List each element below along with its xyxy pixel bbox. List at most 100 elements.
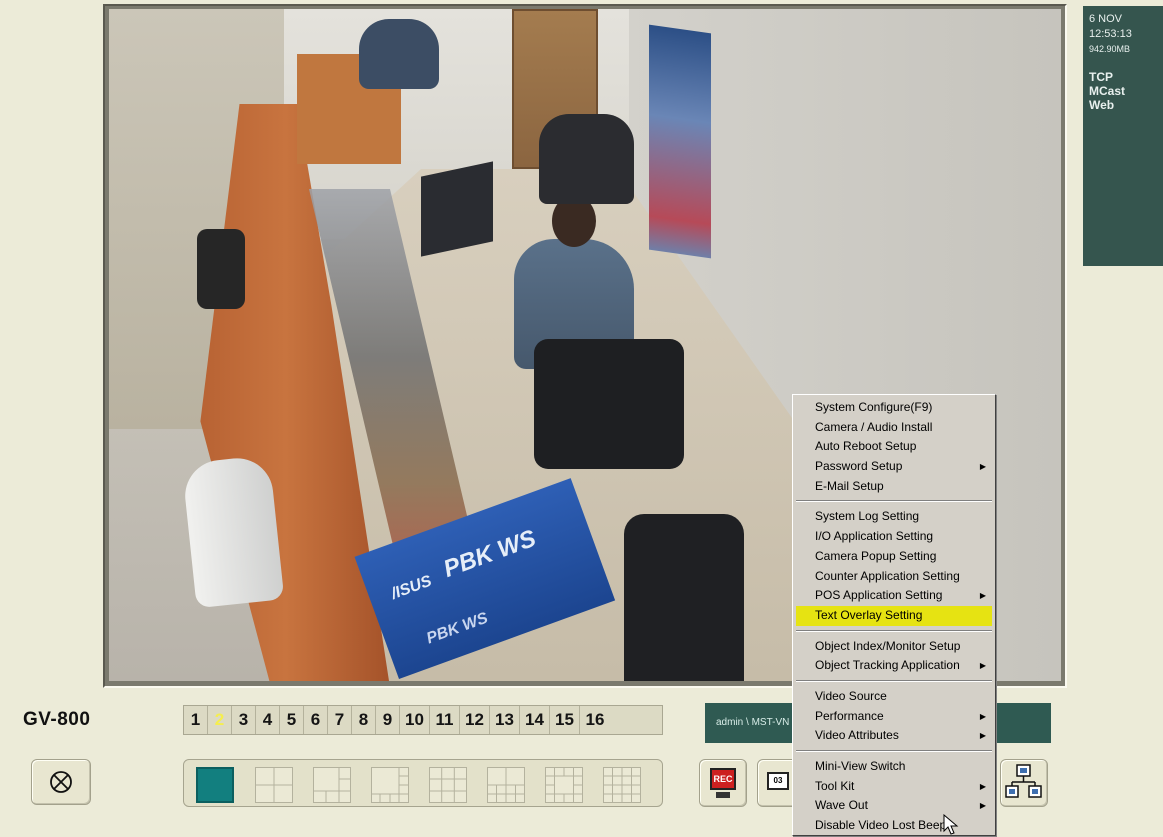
menu-item-wave-out[interactable]: Wave Out ▶ xyxy=(796,796,992,816)
menu-item-disable-video-lost-beep[interactable]: Disable Video Lost Beep xyxy=(796,816,992,836)
layout-6-button[interactable] xyxy=(313,767,351,803)
status-protocol-tcp: TCP xyxy=(1089,70,1113,84)
camera-button-7[interactable]: 7 xyxy=(328,706,352,734)
layout-13-button[interactable] xyxy=(545,767,583,803)
video-office-chair xyxy=(534,339,684,469)
menu-item-system-configure[interactable]: System Configure(F9) xyxy=(796,398,992,418)
menu-item-label: Password Setup xyxy=(815,459,903,474)
menu-item-label: Disable Video Lost Beep xyxy=(815,818,947,833)
record-label: REC xyxy=(713,774,733,784)
menu-item-system-log-setting[interactable]: System Log Setting xyxy=(796,507,992,527)
menu-item-password-setup[interactable]: Password Setup ▶ xyxy=(796,457,992,477)
menu-item-label: Mini-View Switch xyxy=(815,759,906,773)
camera-button-8[interactable]: 8 xyxy=(352,706,376,734)
status-disk-space: 942.90MB xyxy=(1089,44,1131,54)
menu-item-label: Video Attributes xyxy=(815,728,899,743)
menu-item-label: E-Mail Setup xyxy=(815,478,884,493)
menu-separator xyxy=(796,750,992,752)
menu-item-camera-audio-install[interactable]: Camera / Audio Install xyxy=(796,418,992,438)
video-chair-right xyxy=(624,514,744,681)
menu-item-video-source[interactable]: Video Source xyxy=(796,687,992,707)
layout-16-button[interactable] xyxy=(603,767,641,803)
camera-button-11[interactable]: 11 xyxy=(430,706,460,734)
camera-button-15[interactable]: 15 xyxy=(550,706,580,734)
menu-item-label: System Log Setting xyxy=(815,509,920,524)
camera-button-5[interactable]: 5 xyxy=(280,706,304,734)
camera-button-9[interactable]: 9 xyxy=(376,706,400,734)
record-button[interactable]: REC xyxy=(699,759,747,807)
menu-item-label: Video Source xyxy=(815,688,887,703)
menu-item-camera-popup-setting[interactable]: Camera Popup Setting xyxy=(796,547,992,567)
record-icon-base xyxy=(716,792,730,798)
exit-button[interactable] xyxy=(31,759,91,805)
video-box-brand: /ISUS xyxy=(388,572,434,603)
camera-button-6[interactable]: 6 xyxy=(304,706,328,734)
menu-item-tool-kit[interactable]: Tool Kit ▶ xyxy=(796,777,992,797)
menu-separator xyxy=(796,629,992,632)
brand-label: GV-800 xyxy=(23,709,91,730)
layout-8-button[interactable] xyxy=(371,767,409,803)
menu-item-pos-application-setting[interactable]: POS Application Setting ▶ xyxy=(796,586,992,606)
menu-item-text-overlay-setting[interactable]: Text Overlay Setting xyxy=(796,605,992,626)
layout-1-button[interactable] xyxy=(196,767,234,803)
mouse-cursor-icon xyxy=(943,814,959,835)
menu-item-label: System Configure(F9) xyxy=(815,400,933,414)
camera-button-2[interactable]: 2 xyxy=(208,706,232,734)
menu-item-label: Auto Reboot Setup xyxy=(815,439,917,454)
record-icon: REC xyxy=(710,768,736,790)
submenu-arrow-icon: ▶ xyxy=(979,462,986,472)
menu-item-object-index-monitor-setup[interactable]: Object Index/Monitor Setup xyxy=(796,637,992,657)
menu-item-label: POS Application Setting xyxy=(815,588,943,603)
calendar-icon: 03 xyxy=(767,772,789,790)
camera-button-3[interactable]: 3 xyxy=(232,706,256,734)
camera-button-14[interactable]: 14 xyxy=(520,706,550,734)
video-back-chair xyxy=(539,114,634,204)
video-wall-heater xyxy=(181,454,285,609)
video-wall-poster xyxy=(649,24,711,259)
context-menu: System Configure(F9) Camera / Audio Inst… xyxy=(792,394,996,836)
menu-item-object-tracking-application[interactable]: Object Tracking Application ▶ xyxy=(796,656,992,676)
network-icon xyxy=(1005,764,1042,798)
layout-9-button[interactable] xyxy=(429,767,467,803)
camera-button-4[interactable]: 4 xyxy=(256,706,280,734)
menu-item-mini-view-switch[interactable]: Mini-View Switch xyxy=(796,757,992,777)
message-text: admin \ MST-VN xyxy=(716,717,790,728)
menu-item-label: Text Overlay Setting xyxy=(815,607,923,622)
camera-button-10[interactable]: 10 xyxy=(400,706,430,734)
menu-item-performance[interactable]: Performance ▶ xyxy=(796,707,992,727)
menu-item-label: Object Index/Monitor Setup xyxy=(815,638,961,653)
menu-item-label: Wave Out xyxy=(815,798,868,813)
camera-button-16[interactable]: 16 xyxy=(580,706,610,734)
camera-button-13[interactable]: 13 xyxy=(490,706,520,734)
video-person-background xyxy=(359,19,439,89)
menu-item-email-setup[interactable]: E-Mail Setup xyxy=(796,477,992,497)
menu-item-label: Camera Popup Setting xyxy=(815,548,937,563)
exit-icon xyxy=(50,771,72,793)
layout-4-button[interactable] xyxy=(255,767,293,803)
menu-item-label: Tool Kit xyxy=(815,778,855,793)
menu-separator xyxy=(796,679,992,682)
network-button[interactable] xyxy=(1000,759,1048,807)
menu-item-io-application-setting[interactable]: I/O Application Setting xyxy=(796,527,992,547)
camera-button-12[interactable]: 12 xyxy=(460,706,490,734)
camera-button-1[interactable]: 1 xyxy=(184,706,208,734)
menu-item-label: I/O Application Setting xyxy=(815,529,934,544)
video-box-text-bottom: PBK WS xyxy=(424,609,491,648)
menu-item-video-attributes[interactable]: Video Attributes ▶ xyxy=(796,726,992,746)
camera-number-row: 1 2 3 4 5 6 7 8 9 10 11 12 13 14 15 16 xyxy=(183,705,663,735)
video-desk-speaker xyxy=(197,229,245,309)
submenu-arrow-icon: ▶ xyxy=(979,731,986,741)
submenu-arrow-icon: ▶ xyxy=(979,591,986,601)
menu-item-label: Camera / Audio Install xyxy=(815,419,933,434)
menu-item-auto-reboot-setup[interactable]: Auto Reboot Setup xyxy=(796,437,992,457)
layout-10-button[interactable] xyxy=(487,767,525,803)
menu-item-label: Counter Application Setting xyxy=(815,568,960,583)
menu-separator xyxy=(796,500,992,503)
submenu-arrow-icon: ▶ xyxy=(979,781,986,791)
menu-item-counter-application-setting[interactable]: Counter Application Setting xyxy=(796,567,992,587)
screen-layout-strip xyxy=(183,759,663,807)
status-time: 12:53:13 xyxy=(1089,28,1132,40)
status-panel: 6 NOV 12:53:13 942.90MB TCP MCast Web xyxy=(1083,6,1163,266)
video-monitor xyxy=(421,161,493,257)
calendar-day: 03 xyxy=(773,776,783,785)
